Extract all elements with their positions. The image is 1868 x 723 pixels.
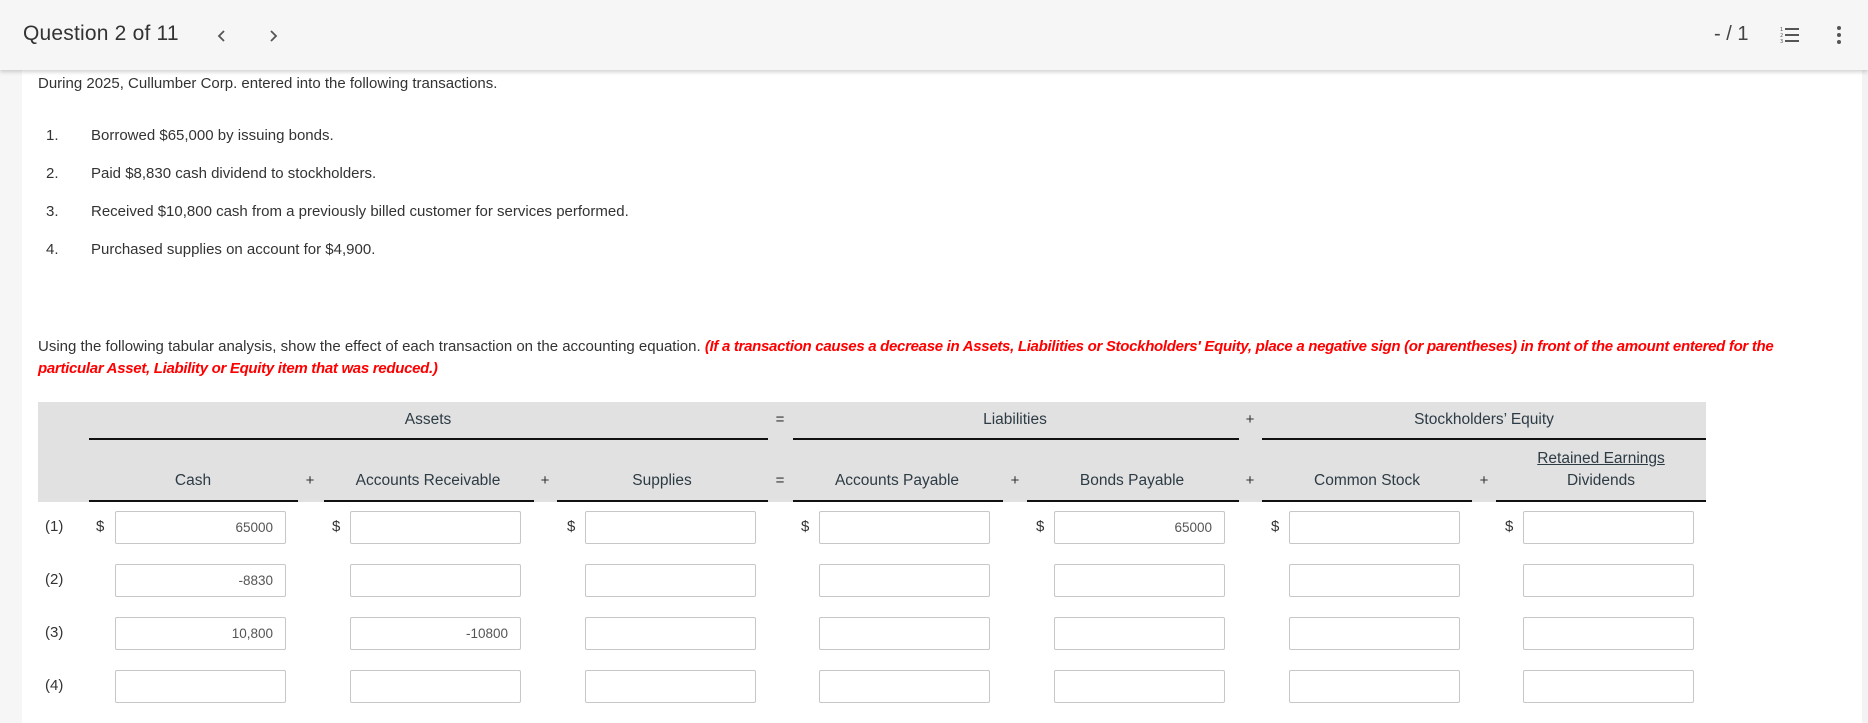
currency-symbol: $ (96, 518, 105, 535)
transaction-text: Borrowed $65,000 by issuing bonds. (91, 127, 334, 144)
plus-operator: + (1010, 472, 1020, 489)
plus-operator: + (1245, 472, 1255, 489)
input-ar-row-4[interactable] (350, 670, 521, 703)
currency-symbol: $ (1505, 518, 1514, 535)
question-counter: Question 2 of 11 (23, 22, 179, 45)
divider (89, 500, 298, 502)
input-bp-row-1[interactable] (1054, 511, 1225, 544)
plus-operator: + (540, 472, 550, 489)
instructions: Using the following tabular analysis, sh… (38, 336, 1838, 380)
equals-operator: = (775, 472, 785, 489)
divider (324, 500, 534, 502)
input-supplies-row-1[interactable] (585, 511, 756, 544)
input-cash-row-2[interactable] (115, 564, 286, 597)
numbered-list-icon: 1 2 3 (1780, 27, 1799, 45)
transaction-text: Received $10,800 cash from a previously … (91, 203, 629, 220)
divider (1496, 500, 1706, 502)
currency-symbol: $ (332, 518, 341, 535)
score-display: - / 1 (1714, 23, 1749, 45)
divider (1262, 500, 1472, 502)
question-intro: During 2025, Cullumber Corp. entered int… (38, 75, 498, 92)
input-ar-row-3[interactable] (350, 617, 521, 650)
column-header-cash: Cash (174, 472, 212, 489)
row-label: (4) (45, 677, 64, 694)
input-cs-row-4[interactable] (1289, 670, 1460, 703)
input-re-row-1[interactable] (1523, 511, 1694, 544)
scrollbar-track[interactable] (1862, 70, 1868, 723)
question-header-bar: Question 2 of 11 - / 1 1 2 3 (0, 0, 1868, 70)
input-cash-row-1[interactable] (115, 511, 286, 544)
input-ap-row-2[interactable] (819, 564, 990, 597)
input-bp-row-2[interactable] (1054, 564, 1225, 597)
column-header-dividends: Dividends (1566, 472, 1636, 489)
instruction-text: Using the following tabular analysis, sh… (38, 338, 701, 355)
input-ap-row-4[interactable] (819, 670, 990, 703)
input-cs-row-2[interactable] (1289, 564, 1460, 597)
divider (1262, 438, 1706, 440)
input-cash-row-4[interactable] (115, 670, 286, 703)
group-header-equity: Stockholders’ Equity (1414, 411, 1554, 428)
input-ar-row-1[interactable] (350, 511, 521, 544)
currency-symbol: $ (1271, 518, 1280, 535)
column-header-bonds-payable: Bonds Payable (1079, 472, 1185, 489)
divider (557, 500, 768, 502)
transaction-number: 2. (46, 165, 59, 182)
svg-text:3: 3 (1780, 39, 1783, 44)
transaction-number: 3. (46, 203, 59, 220)
transaction-text: Paid $8,830 cash dividend to stockholder… (91, 165, 377, 182)
divider (793, 438, 1239, 440)
group-header-liabilities: Liabilities (983, 411, 1047, 428)
input-cash-row-3[interactable] (115, 617, 286, 650)
chevron-left-icon (217, 30, 225, 42)
input-ap-row-1[interactable] (819, 511, 990, 544)
plus-operator: + (1479, 472, 1489, 489)
currency-symbol: $ (801, 518, 810, 535)
input-bp-row-4[interactable] (1054, 670, 1225, 703)
group-header-assets: Assets (404, 411, 452, 428)
input-bp-row-3[interactable] (1054, 617, 1225, 650)
previous-question-button[interactable] (210, 22, 234, 50)
input-supplies-row-3[interactable] (585, 617, 756, 650)
transaction-item: 1. Borrowed $65,000 by issuing bonds. (46, 127, 334, 144)
transaction-item: 4. Purchased supplies on account for $4,9… (46, 241, 375, 258)
transaction-item: 2. Paid $8,830 cash dividend to stockhold… (46, 165, 376, 182)
column-header-retained-earnings: Retained Earnings (1537, 450, 1665, 467)
divider (793, 500, 1003, 502)
question-list-button[interactable]: 1 2 3 (1780, 26, 1800, 45)
currency-symbol: $ (567, 518, 576, 535)
plus-operator: + (305, 472, 315, 489)
column-header-supplies: Supplies (632, 472, 692, 489)
transaction-item: 3. Received $10,800 cash from a previousl… (46, 203, 629, 220)
column-header-accounts-receivable: Accounts Receivable (355, 472, 501, 489)
transaction-number: 1. (46, 127, 59, 144)
equals-operator: = (775, 411, 785, 428)
currency-symbol: $ (1036, 518, 1045, 535)
more-vertical-icon (1837, 26, 1841, 30)
next-question-button[interactable] (261, 22, 285, 50)
input-re-row-4[interactable] (1523, 670, 1694, 703)
input-supplies-row-2[interactable] (585, 564, 756, 597)
input-re-row-2[interactable] (1523, 564, 1694, 597)
input-cs-row-3[interactable] (1289, 617, 1460, 650)
column-header-common-stock: Common Stock (1314, 472, 1420, 489)
input-cs-row-1[interactable] (1289, 511, 1460, 544)
row-label: (2) (45, 571, 64, 588)
divider (1027, 500, 1239, 502)
more-options-button[interactable] (1832, 24, 1846, 46)
column-header-accounts-payable: Accounts Payable (834, 472, 960, 489)
input-supplies-row-4[interactable] (585, 670, 756, 703)
chevron-right-icon (270, 30, 278, 42)
input-re-row-3[interactable] (1523, 617, 1694, 650)
input-ar-row-2[interactable] (350, 564, 521, 597)
row-label: (1) (45, 518, 64, 535)
input-ap-row-3[interactable] (819, 617, 990, 650)
row-label: (3) (45, 624, 64, 641)
transaction-number: 4. (46, 241, 59, 258)
transaction-text: Purchased supplies on account for $4,900… (91, 241, 376, 258)
divider (89, 438, 768, 440)
plus-operator: + (1245, 411, 1255, 428)
